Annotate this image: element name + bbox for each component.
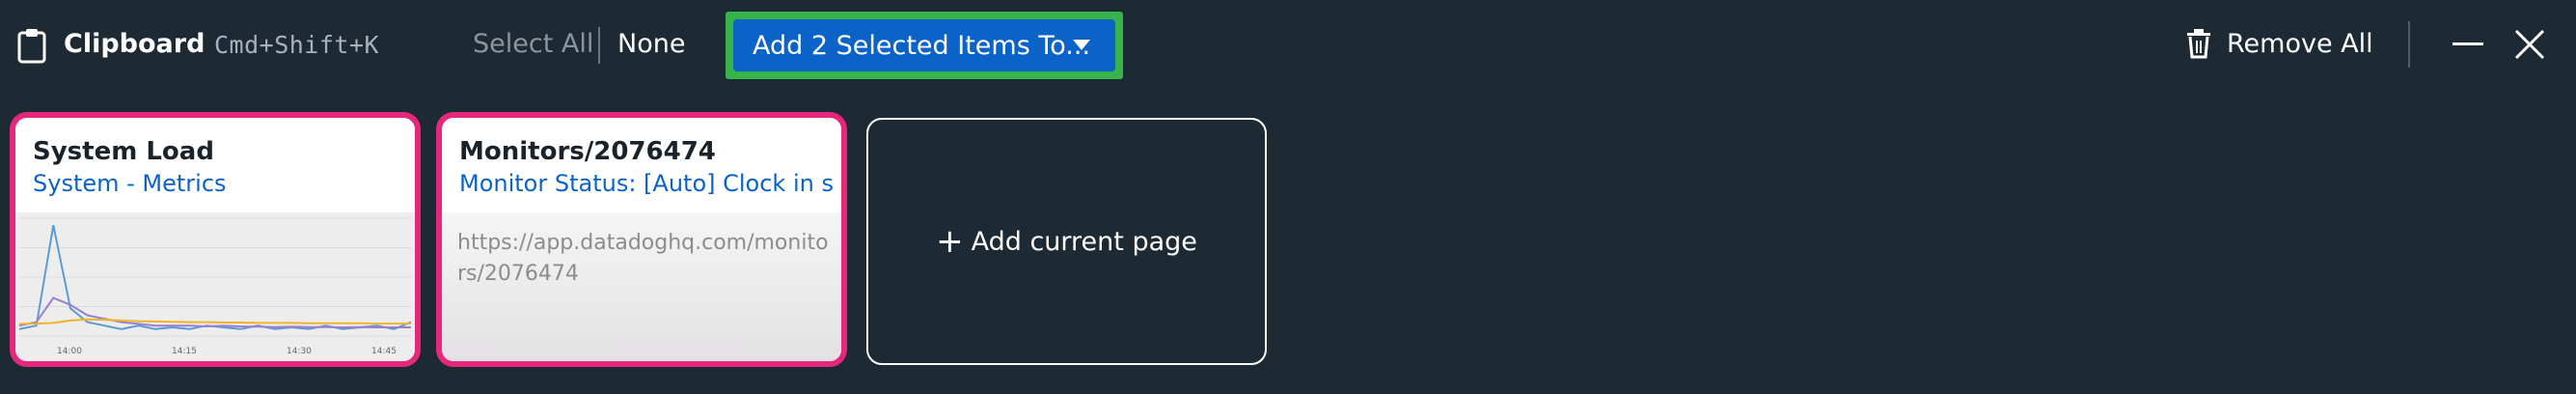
divider bbox=[2408, 21, 2410, 68]
select-none-button[interactable]: None bbox=[617, 29, 685, 59]
add-current-page-button[interactable]: + Add current page bbox=[866, 118, 1267, 365]
x-tick-label: 14:15 bbox=[172, 347, 197, 356]
chart-preview: 14:00 14:15 14:30 14:45 bbox=[15, 212, 415, 361]
card-subtitle[interactable]: Monitor Status: [Auto] Clock in s... bbox=[459, 170, 836, 197]
chevron-down-icon bbox=[1073, 40, 1090, 50]
keyboard-shortcut: Cmd+Shift+K bbox=[214, 31, 380, 59]
remove-all-button[interactable]: Remove All bbox=[2227, 29, 2373, 59]
add-selected-items-button[interactable]: Add 2 Selected Items To... bbox=[733, 19, 1115, 71]
clipboard-icon bbox=[17, 29, 46, 64]
clipboard-card-monitor[interactable]: Monitors/2076474 Monitor Status: [Auto] … bbox=[436, 112, 847, 367]
x-tick-label: 14:30 bbox=[287, 347, 312, 356]
trash-icon bbox=[2187, 29, 2210, 59]
divider bbox=[598, 27, 600, 64]
clipboard-title: Clipboard bbox=[64, 29, 206, 59]
clipboard-toolbar: Clipboard Cmd+Shift+K Select All None Ad… bbox=[0, 0, 2576, 93]
add-current-page-label: Add current page bbox=[971, 226, 1197, 257]
select-all-button[interactable]: Select All bbox=[473, 29, 593, 59]
close-icon[interactable] bbox=[2512, 27, 2547, 62]
minimize-icon[interactable] bbox=[2453, 42, 2483, 45]
url-preview: https://app.datadoghq.com/monitors/20764… bbox=[442, 212, 841, 361]
card-subtitle[interactable]: System - Metrics bbox=[33, 170, 409, 197]
x-tick-label: 14:45 bbox=[371, 347, 397, 356]
card-title: Monitors/2076474 bbox=[459, 137, 716, 166]
series-line-2 bbox=[18, 318, 411, 325]
card-url: https://app.datadoghq.com/monitors/20764… bbox=[457, 231, 829, 286]
add-selected-items-label: Add 2 Selected Items To... bbox=[753, 30, 1091, 61]
card-title: System Load bbox=[33, 137, 214, 166]
plus-icon: + bbox=[936, 222, 964, 261]
clipboard-card-system-load[interactable]: System Load System - Metrics 14:00 14:15 1… bbox=[10, 112, 421, 367]
system-load-chart: 14:00 14:15 14:30 14:45 bbox=[18, 217, 412, 356]
x-tick-label: 14:00 bbox=[57, 347, 82, 356]
